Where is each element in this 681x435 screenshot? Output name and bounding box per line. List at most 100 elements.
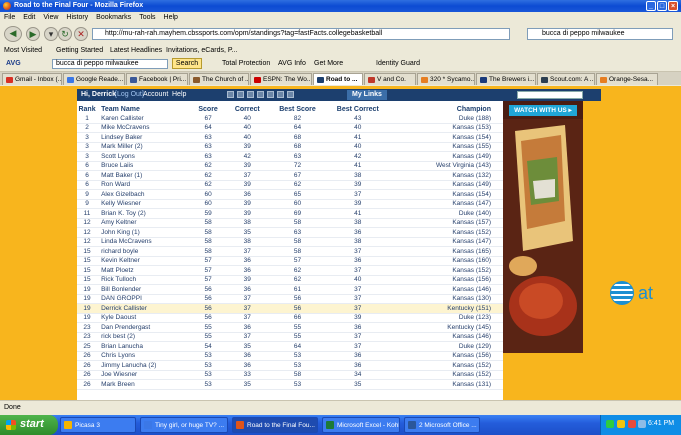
cell-team-name[interactable]: Mark Breen bbox=[97, 379, 192, 390]
bookmark-most-visited[interactable]: Most Visited bbox=[4, 47, 42, 54]
start-button[interactable]: start bbox=[0, 415, 58, 435]
cell-team-name[interactable]: Scott Lyons bbox=[97, 151, 192, 162]
taskbar-button[interactable]: 2 Microsoft Office ... bbox=[404, 417, 480, 433]
col-team-name[interactable]: Team Name bbox=[97, 105, 191, 114]
menu-view[interactable]: View bbox=[39, 12, 62, 21]
cell-team-name[interactable]: Mike McCravens bbox=[97, 123, 192, 133]
tray-icon[interactable] bbox=[617, 420, 625, 428]
cell-team-name[interactable]: Joe Wiesner bbox=[97, 370, 192, 380]
cell-team-name[interactable]: John King (1) bbox=[97, 227, 192, 238]
cell-team-name[interactable]: Linda McCravens bbox=[97, 237, 192, 247]
taskbar-button[interactable]: Microsoft Excel - Kohl'... bbox=[322, 417, 400, 433]
att-logo[interactable]: at bbox=[610, 279, 681, 309]
back-button[interactable]: ◀ bbox=[4, 26, 22, 42]
cell-team-name[interactable]: Bruce Laiis bbox=[97, 161, 192, 171]
search-input[interactable]: bucca di peppo milwaukee bbox=[527, 28, 673, 40]
cell-team-name[interactable]: Amy Keltner bbox=[97, 218, 192, 228]
nav-square-icon[interactable] bbox=[227, 91, 234, 98]
cell-team-name[interactable]: Kevin Keltner bbox=[97, 256, 192, 266]
cell-team-name[interactable]: Karen Callister bbox=[97, 114, 192, 124]
dropdown-icon[interactable]: ▾ bbox=[44, 27, 58, 41]
cell-team-name[interactable]: DAN GROPPI bbox=[97, 294, 192, 304]
nav-square-icon[interactable] bbox=[237, 91, 244, 98]
avg-logo[interactable]: AVG bbox=[6, 60, 21, 67]
nav-square-icon[interactable] bbox=[257, 91, 264, 98]
col-best-correct[interactable]: Best Correct bbox=[325, 105, 390, 114]
help-link[interactable]: Help bbox=[172, 91, 186, 98]
tray-icon[interactable] bbox=[628, 420, 636, 428]
close-button[interactable]: × bbox=[668, 1, 678, 11]
cell-team-name[interactable]: Alex Gizelbach bbox=[97, 189, 192, 200]
avg-item-info[interactable]: AVG Info bbox=[278, 60, 306, 67]
tab[interactable]: Google Reade... bbox=[63, 73, 125, 85]
menu-edit[interactable]: Edit bbox=[19, 12, 39, 21]
cell-team-name[interactable]: Kelly Wiesner bbox=[97, 199, 192, 209]
taskbar-button[interactable]: Road to the Final Fou... bbox=[232, 417, 318, 433]
col-correct[interactable]: Correct bbox=[225, 105, 270, 114]
tab[interactable]: The Brewers i... bbox=[476, 73, 536, 85]
nav-square-icon[interactable] bbox=[277, 91, 284, 98]
avg-item-total-protection[interactable]: Total Protection bbox=[222, 60, 270, 67]
maximize-button[interactable]: □ bbox=[657, 1, 667, 11]
tab[interactable]: Gmail - Inbox (... bbox=[2, 73, 62, 85]
menu-bookmarks[interactable]: Bookmarks bbox=[92, 12, 135, 21]
cell-team-name[interactable]: Brian K. Toy (2) bbox=[97, 208, 192, 219]
col-rank[interactable]: Rank bbox=[77, 105, 97, 114]
tab[interactable]: The Church of ... bbox=[189, 73, 249, 85]
account-link[interactable]: Account bbox=[143, 91, 168, 98]
stop-icon[interactable]: ✕ bbox=[74, 27, 88, 41]
tray-icon[interactable] bbox=[638, 420, 646, 428]
tab[interactable]: Facebook | Pri... bbox=[126, 73, 188, 85]
minimize-button[interactable]: _ bbox=[646, 1, 656, 11]
taskbar-button[interactable]: Picasa 3 bbox=[60, 417, 136, 433]
cell-team-name[interactable]: Dan Prendergast bbox=[97, 322, 192, 333]
menu-help[interactable]: Help bbox=[160, 12, 182, 21]
table-row: 15 Matt Ploetz 57 36 62 37 Kansas (152) bbox=[77, 265, 503, 276]
col-champion[interactable]: Champion bbox=[390, 105, 503, 114]
avg-search-input[interactable]: bucca di peppo milwaukee bbox=[52, 59, 168, 69]
bookmark-invitations[interactable]: Invitations, eCards, P... bbox=[166, 47, 237, 54]
tab[interactable]: ESPN: The Wo... bbox=[250, 73, 312, 85]
tray-icon[interactable] bbox=[606, 420, 614, 428]
col-best-score[interactable]: Best Score bbox=[270, 105, 325, 114]
site-search-input[interactable] bbox=[517, 91, 583, 99]
cell-team-name[interactable]: Lindsey Baker bbox=[97, 132, 192, 143]
cell-team-name[interactable]: Chris Lyons bbox=[97, 351, 192, 361]
url-bar[interactable]: http://mu-rah-rah.mayhem.cbssports.com/o… bbox=[92, 28, 510, 40]
menu-tools[interactable]: Tools bbox=[135, 12, 159, 21]
nav-square-icon[interactable] bbox=[287, 91, 294, 98]
cell-team-name[interactable]: Matt Baker (1) bbox=[97, 170, 192, 181]
menu-history[interactable]: History bbox=[62, 12, 92, 21]
col-score[interactable]: Score bbox=[192, 105, 225, 114]
reload-icon[interactable]: ↻ bbox=[58, 27, 72, 41]
forward-button[interactable]: ▶ bbox=[26, 27, 40, 41]
tab[interactable]: V and Co. bbox=[364, 73, 416, 85]
ad-panel[interactable]: WATCH WITH US ▸ bbox=[503, 101, 583, 353]
cell-team-name[interactable]: Ron Ward bbox=[97, 180, 192, 190]
cell-team-name[interactable]: Bill Bonlender bbox=[97, 284, 192, 295]
cell-team-name[interactable]: Derrick Callister bbox=[97, 303, 192, 314]
bookmark-getting-started[interactable]: Getting Started bbox=[56, 47, 103, 54]
avg-item-get-more[interactable]: Get More bbox=[314, 60, 343, 67]
menu-file[interactable]: File bbox=[0, 12, 19, 21]
cell-team-name[interactable]: Jimmy Lanucha (2) bbox=[97, 360, 192, 371]
avg-item-identity-guard[interactable]: Identity Guard bbox=[376, 60, 420, 67]
tab[interactable]: 320 * Sycamo... bbox=[417, 73, 475, 85]
my-links-menu[interactable]: My Links bbox=[347, 90, 387, 100]
nav-square-icon[interactable] bbox=[247, 91, 254, 98]
tab[interactable]: Road to ... bbox=[313, 73, 363, 85]
tab[interactable]: Orange-Sesa... bbox=[596, 73, 658, 85]
nav-square-icon[interactable] bbox=[267, 91, 274, 98]
taskbar-button[interactable]: Tiny girl, or huge TV? ... bbox=[140, 417, 228, 433]
avg-search-button[interactable]: Search bbox=[172, 58, 202, 69]
cell-team-name[interactable]: Matt Ploetz bbox=[97, 265, 192, 276]
cell-team-name[interactable]: Rick Tulloch bbox=[97, 275, 192, 285]
logout-link[interactable]: [Log Out] bbox=[115, 91, 144, 98]
cell-team-name[interactable]: Brian Lanucha bbox=[97, 341, 192, 352]
cell-team-name[interactable]: Mark Miller (2) bbox=[97, 142, 192, 152]
cell-team-name[interactable]: Kyle Daoust bbox=[97, 313, 192, 323]
bookmark-latest-headlines[interactable]: Latest Headlines bbox=[110, 47, 162, 54]
tab[interactable]: Scout.com: A ... bbox=[537, 73, 595, 85]
cell-team-name[interactable]: rick best (2) bbox=[97, 332, 192, 342]
cell-team-name[interactable]: richard boyle bbox=[97, 246, 192, 257]
